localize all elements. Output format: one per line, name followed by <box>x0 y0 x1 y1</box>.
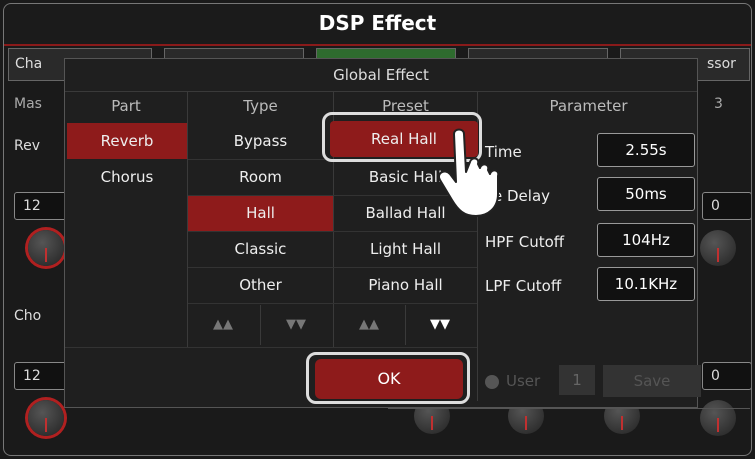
chorus-bg-label: Cho <box>14 308 42 324</box>
type-room[interactable]: Room <box>188 159 333 195</box>
part-header: Part <box>111 97 141 115</box>
title-bar: DSP Effect <box>4 4 751 46</box>
bottom-divider <box>388 408 750 409</box>
screen: DSP Effect Cha ssor Mas Rev 12 Cho 12 3 … <box>0 0 755 459</box>
pointer-hand-icon <box>438 128 500 217</box>
right-value-box-2[interactable]: 0 <box>702 362 752 390</box>
preset-piano-hall[interactable]: Piano Hall <box>334 267 477 303</box>
divider <box>260 305 261 345</box>
param-hpf-value[interactable]: 104Hz <box>597 223 695 257</box>
user-label: User <box>506 372 541 390</box>
type-down-arrow-icon[interactable]: ▼▼ <box>281 317 311 332</box>
preset-light-hall[interactable]: Light Hall <box>334 231 477 267</box>
type-bypass[interactable]: Bypass <box>188 123 333 159</box>
ok-highlight-outline <box>306 352 470 404</box>
param-lpf-label: LPF Cutoff <box>485 277 562 295</box>
param-lpf-value[interactable]: 10.1KHz <box>597 267 695 301</box>
right-knob-2[interactable] <box>700 400 736 436</box>
reverb-bg-label: Rev <box>14 138 40 154</box>
page-title: DSP Effect <box>318 11 437 35</box>
dialog-title: Global Effect <box>65 59 697 92</box>
left-knob-2[interactable] <box>28 400 64 436</box>
right-row-label: 3 <box>714 96 723 112</box>
right-value-box[interactable]: 0 <box>702 192 752 220</box>
type-other[interactable]: Other <box>188 267 333 303</box>
parameter-header: Parameter <box>549 97 628 115</box>
save-button[interactable]: Save <box>603 365 701 397</box>
preset-up-arrow-icon[interactable]: ▲▲ <box>354 317 384 332</box>
user-number-field[interactable]: 1 <box>559 365 595 395</box>
divider <box>188 303 477 304</box>
param-hpf-label: HPF Cutoff <box>485 233 565 251</box>
divider <box>65 347 477 348</box>
type-classic[interactable]: Classic <box>188 231 333 267</box>
type-header: Type <box>243 97 278 115</box>
type-up-arrow-icon[interactable]: ▲▲ <box>208 317 238 332</box>
master-label: Mas <box>14 96 42 112</box>
left-knob-1[interactable] <box>28 230 64 266</box>
user-radio[interactable] <box>485 375 499 389</box>
part-chorus[interactable]: Chorus <box>67 159 187 195</box>
part-reverb[interactable]: Reverb <box>67 123 187 159</box>
preset-down-arrow-icon[interactable]: ▼▼ <box>425 317 455 332</box>
divider <box>405 305 406 345</box>
param-time-value[interactable]: 2.55s <box>597 133 695 167</box>
right-knob-1[interactable] <box>700 230 736 266</box>
type-hall[interactable]: Hall <box>188 195 333 231</box>
param-predelay-value[interactable]: 50ms <box>597 177 695 211</box>
